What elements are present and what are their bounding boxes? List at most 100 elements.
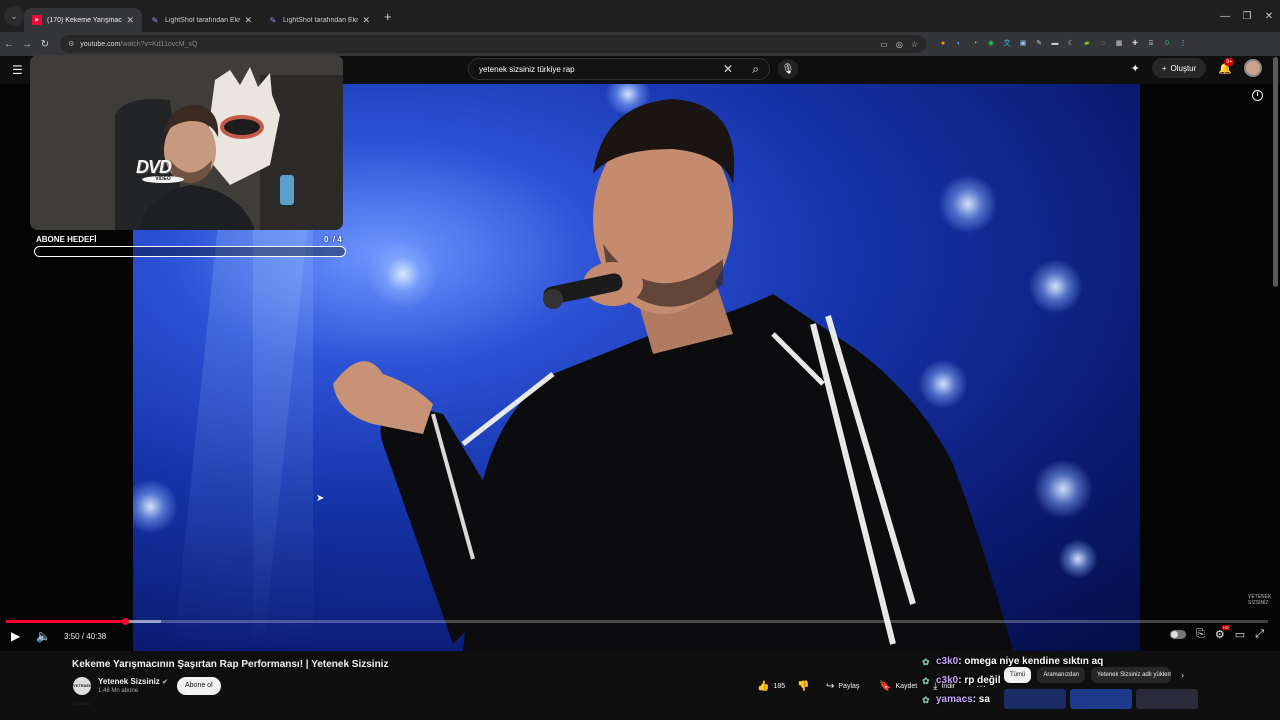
webcam-overlay: DVD VIDEO	[30, 55, 343, 230]
tab-lightshot-1[interactable]: ✎ LightShot tarafından Ekran Görüntüsü ✕	[142, 8, 260, 32]
chat-message: ✿ c3k0 : omega niye kendine sıktın aq	[922, 652, 1103, 671]
install-icon[interactable]: ▭	[880, 40, 888, 49]
extension-icon[interactable]: ◉	[986, 39, 996, 49]
account-avatar[interactable]	[1244, 59, 1262, 77]
chat-message: ✿ c3k0 : rp değil	[922, 671, 1103, 690]
chat-username: c3k0	[936, 656, 959, 667]
like-count: 185	[773, 682, 786, 690]
eye-off-icon[interactable]: ◎	[896, 40, 903, 49]
extensions-puzzle-icon[interactable]: ✚	[1130, 39, 1140, 49]
tab-lightshot-2[interactable]: ✎ LightShot tarafından Ekran Görüntüsü ✕	[260, 8, 378, 32]
menu-icon[interactable]: ☰	[12, 63, 23, 77]
extension-icon[interactable]: ◐	[954, 39, 964, 49]
tab-title: LightShot tarafından Ekran Görüntüsü	[283, 16, 359, 24]
browser-toolbar: ← → ↻ ⚙ youtube.com/watch?v=Kd11ovcM_xQ …	[0, 32, 1280, 56]
save-label: Kaydet	[895, 682, 918, 690]
chat-username: c3k0	[936, 675, 959, 686]
page-scrollbar[interactable]	[1273, 57, 1278, 287]
new-tab-button[interactable]: +	[384, 9, 392, 24]
dislike-button[interactable]: 👎	[797, 677, 809, 695]
feather-icon: ✎	[269, 15, 277, 25]
extension-icon[interactable]: ●	[938, 39, 948, 49]
channel-avatar[interactable]: YETENEK SİZSİNİZ	[73, 677, 92, 706]
chat-badge-icon: ✿	[922, 675, 930, 686]
site-info-icon[interactable]: ⚙	[68, 40, 74, 48]
subscribe-button[interactable]: Abone ol	[177, 677, 221, 695]
extension-icon[interactable]: 文	[1002, 39, 1012, 49]
extension-leaf-icon[interactable]: ✦	[1131, 62, 1140, 75]
bookmark-icon: 🔖	[879, 680, 892, 692]
like-button[interactable]: 👍 185	[757, 677, 785, 695]
extension-icon[interactable]: ▦	[1114, 39, 1124, 49]
plus-icon: +	[1161, 63, 1167, 73]
search-icon[interactable]: ⌕	[752, 62, 759, 77]
extension-badge[interactable]: 0	[1162, 39, 1172, 49]
theater-mode-icon[interactable]: ▭	[1235, 628, 1245, 641]
related-video-thumbnail[interactable]	[1136, 689, 1198, 709]
close-icon[interactable]: ✕	[126, 15, 134, 26]
extension-icon[interactable]: ◔	[970, 39, 980, 49]
extension-icon[interactable]: ▬	[1050, 39, 1060, 49]
share-label: Paylaş	[838, 682, 860, 690]
address-bar[interactable]: ⚙ youtube.com/watch?v=Kd11ovcM_xQ ▭ ◎ ☆	[60, 35, 926, 53]
url-path: /watch?v=Kd11ovcM_xQ	[120, 40, 198, 48]
microphone-icon[interactable]: 🎙	[778, 59, 798, 79]
extension-icon[interactable]: ◌	[1098, 39, 1108, 49]
restore-icon[interactable]: ❐	[1236, 11, 1258, 22]
create-button[interactable]: + Oluştur	[1151, 58, 1207, 78]
time-display: 3:50 / 40:38	[64, 632, 107, 641]
extension-icon[interactable]: ☾	[1066, 39, 1076, 49]
subscriber-goal-count: 0 / 4	[324, 235, 342, 244]
tab-youtube[interactable]: ▶ (170) Kekeme Yarışmacının Şaşırtan Rap…	[24, 8, 142, 32]
clear-search-icon[interactable]: ✕	[723, 62, 733, 76]
reload-icon[interactable]: ↻	[36, 39, 54, 50]
tab-title: LightShot tarafından Ekran Görüntüsü	[165, 16, 241, 24]
chat-badge-icon: ✿	[922, 694, 930, 705]
youtube-icon: ▶	[32, 15, 42, 25]
extension-icon[interactable]: ✎	[1034, 39, 1044, 49]
back-icon[interactable]: ←	[0, 39, 18, 50]
bookmark-star-icon[interactable]: ☆	[911, 40, 918, 49]
search-query: yetenek sizsiniz türkiye rap	[479, 64, 575, 74]
notifications-bell-icon[interactable]: 🔔 9+	[1218, 57, 1234, 75]
tab-search-button[interactable]: ⌄	[4, 6, 24, 26]
play-icon[interactable]: ▶	[11, 629, 20, 643]
minimize-icon[interactable]: —	[1214, 11, 1236, 22]
forward-icon[interactable]: →	[18, 39, 36, 50]
fullscreen-icon[interactable]: ⤢	[1255, 628, 1264, 641]
close-icon[interactable]: ✕	[244, 15, 252, 26]
channel-name[interactable]: Yetenek Sizsiniz ✔	[98, 677, 168, 686]
close-window-icon[interactable]: ✕	[1258, 11, 1280, 22]
search-input[interactable]: yetenek sizsiniz türkiye rap ✕ ⌕	[468, 58, 770, 80]
progress-bar[interactable]	[6, 618, 1268, 625]
share-icon: ↪	[826, 680, 835, 692]
dvd-video-logo: DVD VIDEO	[136, 157, 194, 183]
tab-title: (170) Kekeme Yarışmacının Şaşırtan Rap P…	[47, 16, 122, 24]
video-title: Kekeme Yarışmacının Şaşırtan Rap Perform…	[72, 659, 389, 670]
subtitles-icon[interactable]: ⎘	[1196, 628, 1205, 641]
scrubber-handle[interactable]	[121, 618, 129, 625]
info-icon[interactable]: i	[1252, 90, 1263, 101]
share-button[interactable]: ↪ Paylaş	[826, 677, 859, 695]
chevron-right-icon[interactable]: ›	[1181, 670, 1184, 680]
extension-icon[interactable]: ▰	[1082, 39, 1092, 49]
subscriber-goal-bar	[34, 246, 346, 257]
settings-gear-icon[interactable]: ⚙ HD	[1215, 625, 1230, 641]
verified-icon: ✔	[162, 679, 168, 686]
chat-message: ✿ yamacs : sa	[922, 690, 1103, 709]
chat-text: : omega niye kendine sıktın aq	[958, 656, 1104, 667]
chat-text: : rp değil	[958, 675, 1001, 686]
close-icon[interactable]: ✕	[362, 15, 370, 26]
create-label: Oluştur	[1170, 63, 1197, 73]
feather-icon: ✎	[151, 15, 159, 25]
menu-dots-icon[interactable]: ⋮	[1178, 39, 1188, 49]
save-button[interactable]: 🔖 Kaydet	[879, 677, 917, 695]
volume-icon[interactable]: 🔈	[36, 629, 51, 643]
notification-count: 9+	[1224, 57, 1234, 66]
streamer-webcam	[30, 55, 343, 230]
channel-watermark[interactable]: YETENEK SİZSİNİZ	[1248, 594, 1280, 606]
window-controls: — ❐ ✕	[1214, 0, 1280, 32]
extension-icon[interactable]: ▣	[1018, 39, 1028, 49]
autoplay-toggle[interactable]	[1170, 630, 1187, 639]
extension-icon[interactable]: ⌸	[1146, 39, 1156, 49]
